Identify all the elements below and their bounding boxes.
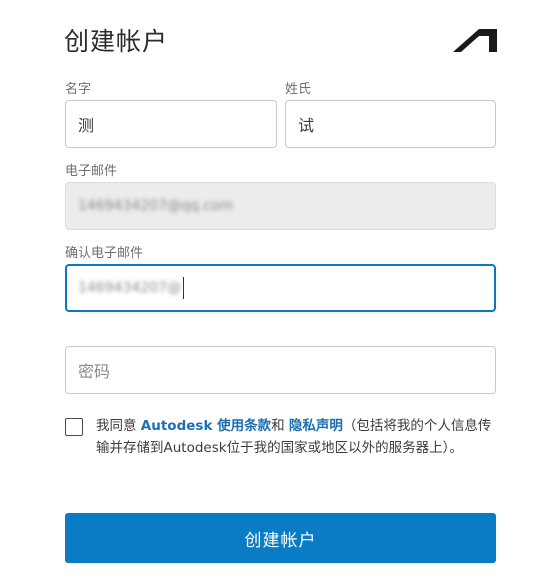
text-caret [183,277,185,299]
last-name-label: 姓氏 [285,82,312,97]
first-name-label: 名字 [65,82,92,97]
confirm-email-value: 1469434207@ [78,280,182,296]
email-value: 1469434207@qq.com [78,198,234,214]
confirm-email-field[interactable]: 1469434207@ [65,264,496,312]
confirm-email-label: 确认电子邮件 [65,246,144,261]
agree-checkbox[interactable] [65,418,83,436]
email-label: 电子邮件 [65,164,118,179]
agree-prefix: 我同意 [96,418,141,434]
agree-and: 和 [271,418,289,434]
last-name-field[interactable]: 试 [285,100,496,148]
create-account-button[interactable]: 创建帐户 [65,513,496,563]
privacy-link[interactable]: 隐私声明 [289,418,343,434]
create-account-page: 创建帐户 名字 测 姓氏 试 电子邮件 1469434207@qq.com 确认… [0,0,540,584]
agree-text: 我同意 Autodesk 使用条款和 隐私声明（包括将我的个人信息传输并存储到A… [96,415,501,459]
autodesk-logo-icon [453,29,497,52]
first-name-value: 测 [78,116,95,135]
first-name-field[interactable]: 测 [65,100,277,148]
password-field[interactable]: 密码 [65,346,496,394]
email-field: 1469434207@qq.com [65,182,496,230]
password-placeholder: 密码 [78,362,111,381]
page-title: 创建帐户 [64,27,169,56]
last-name-value: 试 [298,116,315,135]
terms-link[interactable]: Autodesk 使用条款 [141,418,271,434]
